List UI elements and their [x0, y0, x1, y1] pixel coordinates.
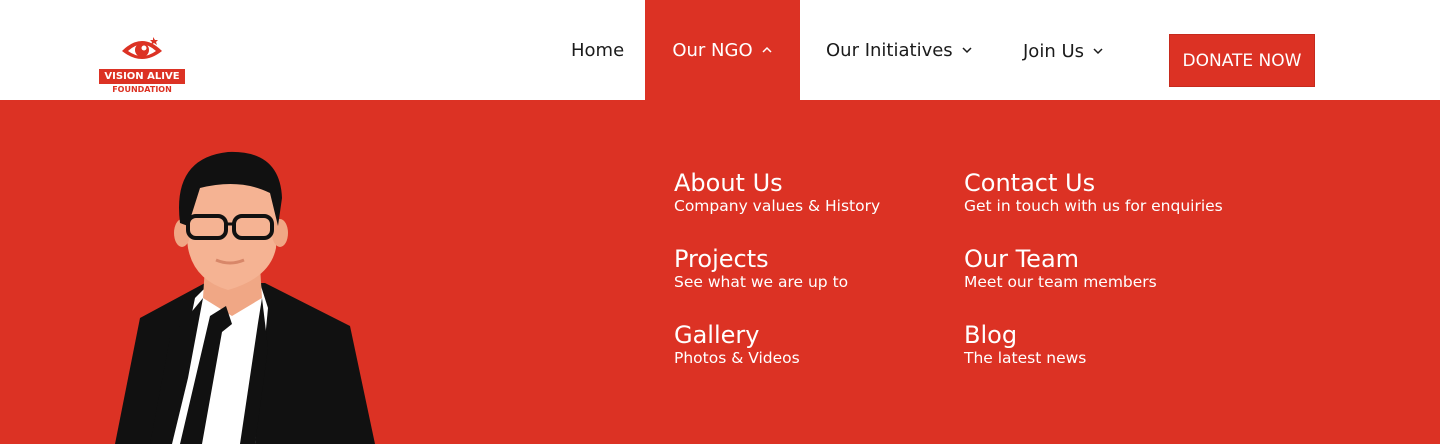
menu-item-title: Gallery — [674, 321, 760, 349]
chevron-down-icon — [962, 47, 972, 54]
site-header: VISION ALIVE FOUNDATION Home Our NGO Our… — [0, 0, 1440, 100]
nav-home[interactable]: Home — [571, 0, 624, 100]
menu-item-contact-us[interactable]: Contact Us Get in touch with us for enqu… — [964, 170, 1223, 216]
menu-item-gallery[interactable]: Gallery Photos & Videos — [674, 322, 800, 368]
logo[interactable]: VISION ALIVE FOUNDATION — [99, 34, 185, 96]
menu-item-title: Blog — [964, 321, 1018, 349]
menu-item-our-team[interactable]: Our Team Meet our team members — [964, 246, 1157, 292]
logo-name: VISION ALIVE — [99, 69, 185, 84]
menu-item-desc: Photos & Videos — [674, 349, 800, 367]
nav-our-initiatives[interactable]: Our Initiatives — [826, 0, 973, 100]
nav-our-ngo[interactable]: Our NGO — [645, 0, 800, 100]
nav-home-label: Home — [571, 39, 625, 61]
logo-subtitle: FOUNDATION — [112, 85, 172, 94]
menu-item-desc: See what we are up to — [674, 273, 849, 291]
menu-item-title: Our Team — [964, 245, 1080, 273]
menu-item-title: About Us — [674, 169, 783, 197]
menu-item-desc: The latest news — [964, 349, 1087, 367]
nav-join-us[interactable]: Join Us — [1023, 1, 1104, 101]
man-in-suit-illustration — [115, 151, 375, 444]
menu-item-desc: Get in touch with us for enquiries — [964, 197, 1223, 215]
menu-item-title: Contact Us — [964, 169, 1096, 197]
donate-now-label: DONATE NOW — [1182, 50, 1302, 71]
donate-now-button[interactable]: DONATE NOW — [1169, 34, 1315, 87]
chevron-up-icon — [762, 46, 772, 53]
menu-item-title: Projects — [674, 245, 769, 273]
menu-item-projects[interactable]: Projects See what we are up to — [674, 246, 848, 292]
eye-logo-icon — [122, 37, 162, 59]
menu-item-desc: Meet our team members — [964, 273, 1157, 291]
menu-item-about-us[interactable]: About Us Company values & History — [674, 170, 880, 216]
mega-menu-panel: About Us Company values & History Contac… — [0, 100, 1440, 444]
chevron-down-icon — [1093, 48, 1103, 55]
menu-item-desc: Company values & History — [674, 197, 881, 215]
menu-item-blog[interactable]: Blog The latest news — [964, 322, 1086, 368]
nav-our-ngo-label: Our NGO — [672, 39, 753, 61]
nav-our-initiatives-label: Our Initiatives — [826, 39, 953, 61]
nav-join-us-label: Join Us — [1023, 40, 1085, 62]
